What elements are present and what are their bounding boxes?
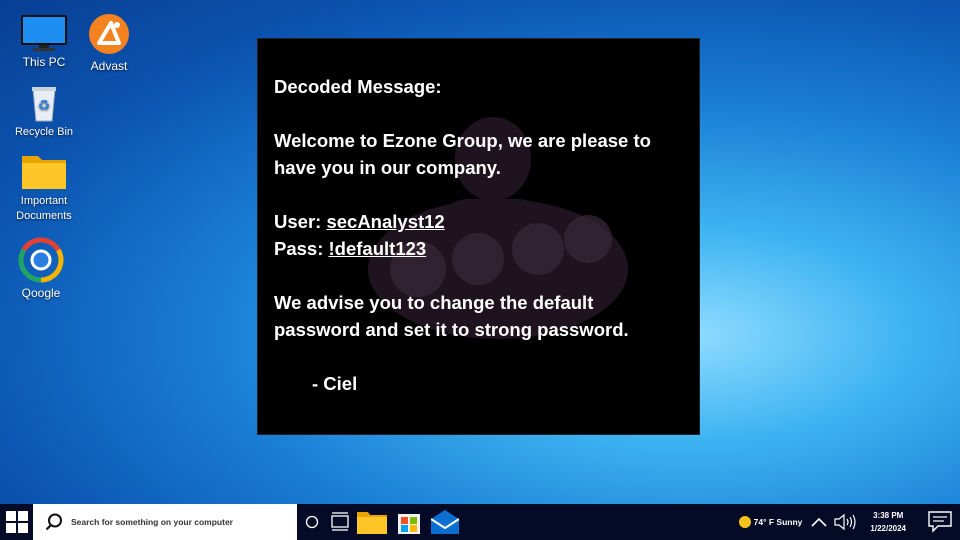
weather-text: 74° F Sunny	[753, 517, 803, 527]
task-view-button[interactable]	[327, 504, 353, 540]
store-button[interactable]	[391, 504, 427, 540]
search-icon	[45, 513, 62, 531]
search-placeholder: Search for something on your computer	[71, 517, 233, 527]
folder-icon	[357, 512, 387, 534]
store-icon	[398, 514, 420, 534]
message-body: Decoded Message: Welcome to Ezone Group,…	[274, 73, 683, 397]
desktop-icon-advast[interactable]: Advast	[74, 13, 144, 74]
user-label: User:	[274, 211, 327, 232]
recycle-bin-icon: ♻	[32, 87, 56, 122]
svg-text:♻: ♻	[38, 98, 51, 114]
volume-button[interactable]	[830, 504, 860, 540]
mail-icon	[431, 510, 459, 534]
desktop-icon-recycle-bin[interactable]: ♻ Recycle Bin	[9, 83, 79, 140]
message-title: Decoded Message:	[274, 76, 442, 97]
clock[interactable]: 3:38 PM 1/22/2024	[870, 509, 906, 535]
browser-icon	[18, 237, 64, 283]
desktop-icon-this-pc[interactable]: This PC	[9, 13, 79, 70]
decoded-message-window: Decoded Message: Welcome to Ezone Group,…	[257, 38, 700, 435]
desktop-icon-important-documents[interactable]: Important Documents	[9, 150, 79, 224]
show-hidden-icons-button[interactable]	[808, 504, 830, 540]
clock-date: 1/22/2024	[870, 524, 906, 533]
clock-time: 3:38 PM	[873, 511, 904, 520]
monitor-icon	[21, 15, 67, 51]
notifications-button[interactable]	[920, 504, 960, 540]
message-welcome: Welcome to Ezone Group, we are please to…	[274, 130, 651, 178]
pass-value: !default123	[328, 238, 427, 259]
sun-icon	[738, 516, 751, 528]
weather-widget[interactable]: 74° F Sunny	[738, 516, 803, 528]
mail-button[interactable]	[427, 504, 463, 540]
credential-user: User: secAnalyst12	[274, 208, 683, 235]
windows-icon	[5, 511, 28, 533]
system-tray: 74° F Sunny 3:38 PM 1/22/2024	[738, 504, 960, 540]
taskbar-search-box[interactable]: Search for something on your computer	[33, 504, 297, 540]
advast-icon	[89, 14, 129, 54]
desktop-icon-label: This PC	[22, 55, 66, 69]
taskbar: Search for something on your computer 74…	[0, 504, 960, 540]
file-explorer-button[interactable]	[353, 504, 391, 540]
chevron-up-icon	[811, 517, 827, 527]
desktop-icon-qoogle[interactable]: Qoogle	[6, 236, 76, 301]
message-signature: - Ciel	[312, 373, 358, 394]
desktop-icon-label: Qoogle	[21, 286, 61, 300]
desktop-icon-label: Recycle Bin	[14, 126, 74, 138]
task-view-icon	[331, 512, 349, 531]
folder-icon	[22, 156, 66, 189]
credential-pass: Pass: !default123	[274, 235, 683, 262]
notification-icon	[928, 511, 952, 533]
message-advice: We advise you to change the default pass…	[274, 292, 629, 340]
speaker-icon	[834, 513, 857, 531]
start-button[interactable]	[0, 504, 33, 540]
desktop-icon-label: Important Documents	[16, 195, 72, 222]
user-value: secAnalyst12	[326, 211, 445, 232]
pass-label: Pass:	[274, 238, 329, 259]
circle-icon	[305, 515, 319, 529]
desktop-icon-label: Advast	[90, 59, 128, 73]
cortana-button[interactable]	[297, 504, 327, 540]
